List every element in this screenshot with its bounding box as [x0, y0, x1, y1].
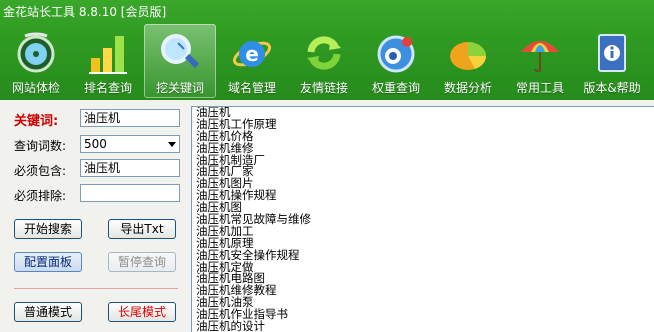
export-txt-button[interactable]: 导出Txt — [108, 219, 176, 239]
umbrella-icon — [517, 30, 563, 76]
longtail-mode-button[interactable]: 长尾模式 — [108, 302, 176, 322]
toolbar-button-8[interactable]: 版本&帮助 — [576, 24, 648, 98]
list-item[interactable]: 油压机制造厂 — [192, 154, 654, 167]
list-item[interactable]: 油压机厂家 — [192, 166, 654, 178]
toolbar-button-label: 排名查询 — [83, 81, 132, 95]
must-exclude-label: 必须排除: — [14, 189, 67, 203]
globe-e-icon: e — [229, 30, 275, 76]
must-include-input[interactable]: 油压机 — [80, 159, 180, 177]
toolbar-button-label: 域名管理 — [227, 81, 276, 95]
svg-text:e: e — [245, 42, 259, 66]
magnifier-icon — [157, 30, 203, 76]
book-info-icon — [589, 30, 635, 76]
toolbar-button-1[interactable]: 排名查询 — [72, 24, 144, 98]
start-search-button[interactable]: 开始搜索 — [14, 219, 82, 239]
list-item[interactable]: 油压机工作原理 — [192, 118, 654, 131]
query-count-select[interactable]: 500 — [80, 135, 180, 153]
toolbar-button-6[interactable]: 数据分析 — [432, 24, 504, 98]
gauge-icon — [373, 30, 419, 76]
list-item[interactable]: 油压机维修教程 — [192, 284, 654, 297]
keyword-control-panel: 关键词: 油压机 查询词数: 500 必须包含: 油压机 必须排除: 开始搜索 … — [0, 100, 188, 332]
toolbar-button-5[interactable]: 权重查询 — [360, 24, 432, 98]
toolbar-button-label: 版本&帮助 — [583, 81, 641, 95]
pie-chart-icon — [445, 30, 491, 76]
keyword-results-list[interactable]: 油压机 油压机工作原理 油压机价格 油压机维修 油压机制造厂 油压机厂家 油压机图片 油压机操… — [191, 106, 654, 332]
refresh-arrows-icon — [301, 30, 347, 76]
list-item[interactable]: 油压机加工 — [192, 225, 654, 238]
toolbar-button-label: 数据分析 — [443, 81, 492, 95]
main-toolbar: 网站体检 排名查询 挖关键词 e 域名管理 友情链接 权重查询 数据分析 常用工具 版本&帮助 — [0, 24, 654, 98]
list-item[interactable]: 油压机价格 — [192, 130, 654, 143]
toolbar-button-7[interactable]: 常用工具 — [504, 24, 576, 98]
query-count-value: 500 — [84, 137, 107, 151]
list-item[interactable]: 油压机常见故障与维修 — [192, 213, 654, 226]
list-item[interactable]: 油压机操作规程 — [192, 189, 654, 202]
keyword-label: 关键词: — [14, 114, 59, 129]
normal-mode-button[interactable]: 普通模式 — [14, 302, 82, 322]
must-include-label: 必须包含: — [14, 164, 67, 178]
toolbar-button-label: 权重查询 — [371, 81, 420, 95]
window-title: 金花站长工具 8.8.10 [会员版] — [3, 5, 167, 19]
pause-query-button[interactable]: 暂停查询 — [108, 252, 176, 272]
list-item[interactable]: 油压机的设计 — [192, 320, 654, 332]
list-item[interactable]: 油压机安全操作规程 — [192, 249, 654, 262]
bar-chart-icon — [85, 30, 131, 76]
toolbar-button-4[interactable]: 友情链接 — [288, 24, 360, 98]
must-exclude-input[interactable] — [80, 184, 180, 202]
query-count-label: 查询词数: — [14, 139, 67, 153]
chevron-down-icon[interactable] — [168, 142, 176, 147]
app-header: 金花站长工具 8.8.10 [会员版] 网站体检 排名查询 挖关键词 e 域名管理 友情链… — [0, 0, 654, 100]
toolbar-button-label: 友情链接 — [299, 81, 348, 95]
config-panel-button[interactable]: 配置面板 — [14, 252, 82, 272]
keyword-input[interactable]: 油压机 — [80, 109, 180, 127]
toolbar-button-label: 网站体检 — [11, 81, 60, 95]
toolbar-button-0[interactable]: 网站体检 — [0, 24, 72, 98]
toolbar-button-2[interactable]: 挖关键词 — [144, 24, 216, 98]
toolbar-button-label: 挖关键词 — [155, 81, 204, 95]
divider — [14, 288, 178, 289]
stethoscope-icon — [13, 30, 59, 76]
toolbar-button-label: 常用工具 — [515, 81, 564, 95]
toolbar-button-3[interactable]: e 域名管理 — [216, 24, 288, 98]
